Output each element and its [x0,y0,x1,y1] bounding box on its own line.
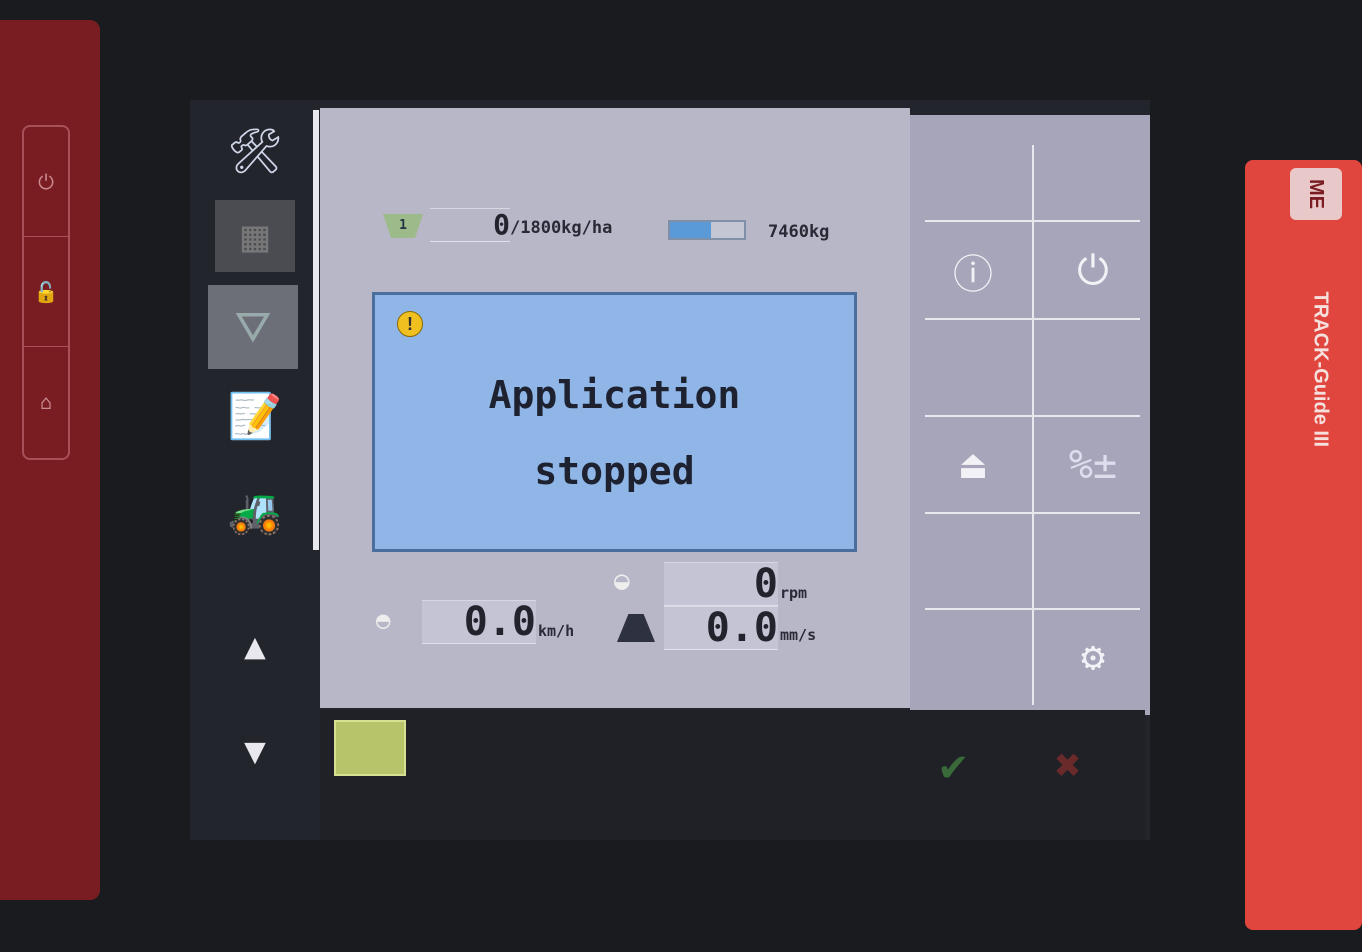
hopper-weight: 7460kg [768,222,830,242]
tractor-icon[interactable]: 🚜 [215,475,295,547]
alarm-line2: stopped [534,449,695,493]
rate-value: 0 [430,208,510,242]
right-bezel-strip [1245,160,1362,930]
notes-icon[interactable]: 📝 [215,380,295,452]
unlock-hardkey[interactable]: 🔓 [24,237,68,347]
info-icon[interactable]: ⓘ [918,227,1028,315]
slide-value: 0.0 [664,606,778,650]
alarm-line1: Application [488,373,741,417]
hopper-level-bar [668,220,746,240]
hopper-calibration-icon[interactable]: ⏏ [918,421,1028,509]
guidance-lightbar-icon[interactable] [334,720,406,776]
model-name: TRACK-Guide III [1309,291,1332,448]
softkey-panel: ⓘ ⏻ ⏏ %± ⚙ [910,115,1150,715]
home-hardkey[interactable]: ⌂ [24,347,68,457]
warning-icon: ! [397,311,423,337]
speedometer-icon: ◓ [376,606,391,634]
rate-target: /1800kg/ha [510,218,613,238]
power-icon[interactable]: ⏻ [1038,227,1148,315]
empty-softkey[interactable] [918,517,1028,605]
spreader-icon[interactable]: ⛛ [208,285,298,369]
bottom-bar: ✔ ✖ [320,710,1145,840]
power-hardkey[interactable]: ⏻ [24,127,68,237]
arrow-down-icon[interactable]: ▼ [215,715,295,787]
settings-gear-icon[interactable]: ⚙ [1038,613,1148,701]
left-hardkeys: ⏻ 🔓 ⌂ [22,125,70,460]
speed-value: 0.0 [422,600,536,644]
tools-icon[interactable]: 🛠 [215,115,295,187]
slide-unit: mm/s [780,626,817,644]
field-view-icon[interactable]: ▦ [215,200,295,272]
disc-rpm-unit: rpm [780,584,808,602]
app-menu: 🛠 ▦ ⛛ 📝 🚜 ▲ ▼ [200,105,312,772]
arrow-up-icon[interactable]: ▲ [215,610,295,682]
confirm-check-icon[interactable]: ✔ [940,740,967,791]
cancel-x-icon[interactable]: ✖ [1055,740,1082,791]
alarm-box: ! Application stopped [372,292,857,552]
rate-percent-icon[interactable]: %± [1038,421,1148,509]
scrollbar[interactable] [313,110,319,550]
speed-unit: km/h [538,622,575,640]
hopper-level-fill [670,222,711,238]
brand-logo: ME [1290,168,1342,220]
spreading-disc-icon: ◒ [614,566,630,596]
disc-rpm-value: 0 [664,562,778,606]
